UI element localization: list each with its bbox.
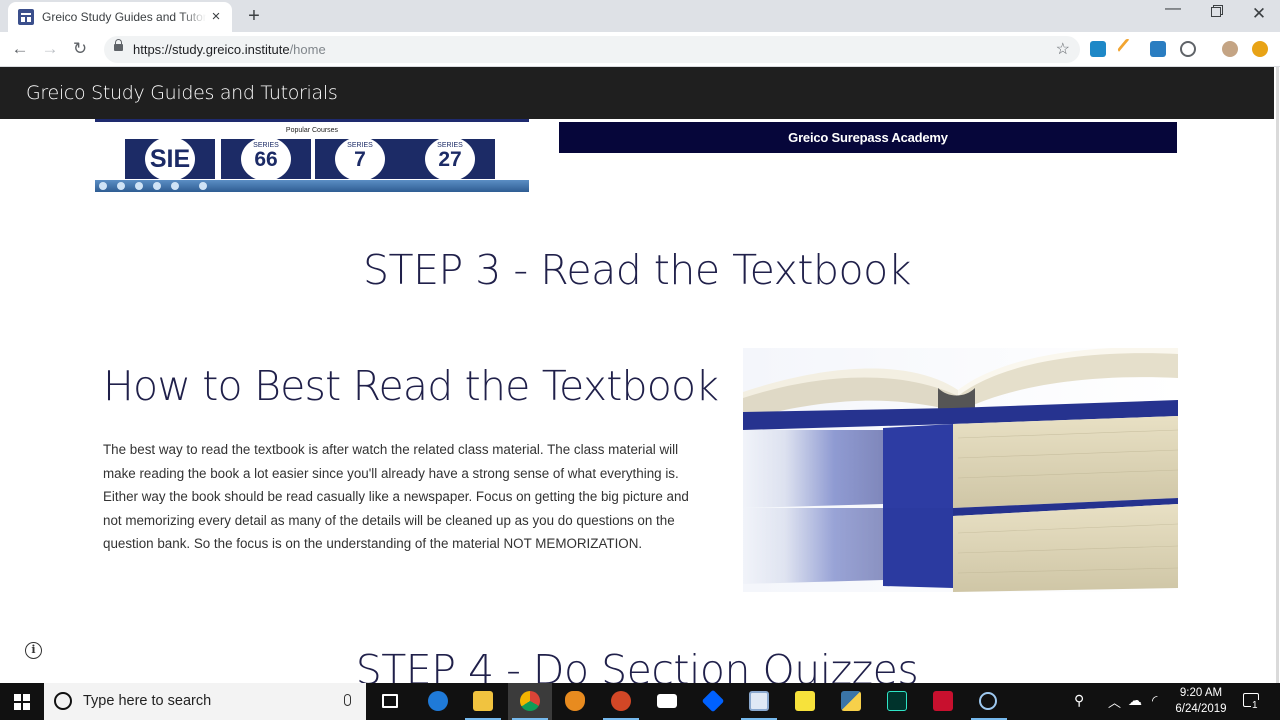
taskbar-app-dropbox[interactable]: [691, 683, 735, 720]
taskbar-app-sticky-notes[interactable]: [783, 683, 827, 720]
microphone-icon[interactable]: [344, 694, 351, 706]
image-top-border: [95, 119, 529, 122]
taskbar-app-mail[interactable]: [645, 683, 689, 720]
extension-camera-icon[interactable]: [1180, 41, 1196, 57]
section-heading: How to Best Read the Textbook: [103, 362, 719, 410]
course-badge: SIE: [145, 137, 195, 181]
update-alert-icon[interactable]: [1252, 41, 1268, 57]
url-text[interactable]: https://study.greico.institute/home: [133, 42, 326, 57]
address-bar[interactable]: https://study.greico.institute/home ☆: [104, 36, 1080, 63]
course-badge: SERIES 27: [425, 137, 475, 181]
reload-button[interactable]: ↻: [69, 38, 91, 60]
window-minimize-button[interactable]: —: [1150, 0, 1196, 18]
snipping-icon: [749, 691, 769, 711]
taskbar-app-file-explorer[interactable]: [461, 683, 505, 720]
tab-close-icon[interactable]: ×: [208, 9, 224, 25]
course-tile-series-7: SERIES 7: [315, 137, 405, 181]
taskbar-app-acrobat[interactable]: [921, 683, 965, 720]
windows-start-button[interactable]: [14, 694, 30, 710]
task-view-icon: [382, 694, 398, 708]
search-placeholder: Type here to search: [83, 693, 212, 709]
restore-icon: [1211, 7, 1221, 17]
url-path: /home: [289, 42, 326, 57]
window-restore-button[interactable]: [1193, 4, 1239, 21]
taskbar-clock[interactable]: 9:20 AM 6/24/2019: [1170, 685, 1232, 717]
section-body: The best way to read the textbook is aft…: [103, 442, 689, 551]
cortana-icon: [979, 692, 997, 710]
browser-tab[interactable]: Greico Study Guides and Tutorials ×: [8, 2, 232, 32]
window-close-button[interactable]: ✕: [1236, 4, 1280, 24]
notification-count-badge: 1: [1251, 700, 1259, 711]
acrobat-icon: [933, 691, 953, 711]
popular-courses-image: Popular Courses SIE SERIES 66 SERIES 7 SER…: [95, 119, 529, 192]
scrollbar-thumb[interactable]: [1276, 67, 1279, 683]
chrome-icon: [520, 691, 540, 711]
textbook-image: [743, 348, 1178, 592]
taskbar-app-powerpoint[interactable]: [599, 683, 643, 720]
course-badge: SERIES 66: [241, 137, 291, 181]
taskbar-app-edge[interactable]: [416, 683, 460, 720]
step3-heading: STEP 3 - Read the Textbook: [363, 246, 911, 294]
site-header: Greico Study Guides and Tutorials: [0, 67, 1274, 119]
back-button[interactable]: ←: [9, 38, 31, 60]
taskbar-app-cortana[interactable]: [967, 683, 1011, 720]
taskbar-app-fl-studio[interactable]: [553, 683, 597, 720]
people-icon[interactable]: ⚲: [1074, 692, 1084, 709]
page-scrollbar[interactable]: [1274, 67, 1280, 683]
onedrive-cloud-icon[interactable]: ☁: [1128, 692, 1142, 709]
sticky-note-icon: [795, 691, 815, 711]
taskbar-app-snipping[interactable]: [737, 683, 781, 720]
site-title[interactable]: Greico Study Guides and Tutorials: [26, 82, 338, 104]
show-hidden-icons-chevron-icon[interactable]: ︿: [1108, 692, 1121, 711]
course-badge-label: 66: [254, 148, 278, 171]
lock-icon: [114, 39, 123, 51]
course-tile-series-66: SERIES 66: [221, 137, 311, 181]
profile-avatar-icon[interactable]: [1222, 41, 1238, 57]
clock-date: 6/24/2019: [1175, 703, 1227, 715]
mail-icon: [657, 694, 677, 708]
audition-icon: [887, 691, 907, 711]
taskbar-app-chrome[interactable]: [508, 683, 552, 720]
taskbar-search-box[interactable]: Type here to search: [44, 683, 366, 720]
extension-pickaxe-icon[interactable]: [1116, 37, 1140, 61]
course-badge-label: 7: [354, 148, 366, 171]
bookmark-star-icon[interactable]: ☆: [1056, 39, 1070, 59]
powerpoint-icon: [611, 691, 631, 711]
course-tile-series-27: SERIES 27: [405, 137, 495, 181]
info-icon[interactable]: i: [25, 642, 42, 659]
clock-time: 9:20 AM: [1179, 687, 1223, 699]
edge-icon: [428, 691, 448, 711]
tab-title: Greico Study Guides and Tutorials: [42, 10, 206, 24]
course-tile-sie: SIE: [125, 137, 215, 181]
task-view-button[interactable]: [368, 683, 412, 720]
dropbox-icon: [701, 689, 725, 713]
course-badge-label: 27: [438, 148, 462, 171]
course-badge: SERIES 7: [335, 137, 385, 181]
academy-button[interactable]: Greico Surepass Academy: [559, 122, 1177, 153]
wifi-icon[interactable]: ◜: [1152, 692, 1157, 709]
taskbar-app-python[interactable]: [829, 683, 873, 720]
forward-button[interactable]: →: [39, 38, 61, 60]
new-tab-button[interactable]: +: [244, 5, 264, 28]
folder-icon: [473, 691, 493, 711]
course-badge-label: SIE: [149, 145, 191, 173]
browser-toolbar: ← → ↻ https://study.greico.institute/hom…: [0, 32, 1280, 67]
browser-tabstrip: Greico Study Guides and Tutorials × + — …: [0, 0, 1280, 32]
popular-courses-label: Popular Courses: [285, 127, 339, 134]
url-host: https://study.greico.institute: [133, 42, 290, 57]
taskbar-app-audition[interactable]: [875, 683, 919, 720]
embedded-taskbar-graphic: [95, 180, 529, 192]
site-favicon-icon: [18, 9, 34, 25]
python-icon: [841, 691, 861, 711]
extension-checkbox-icon[interactable]: [1090, 41, 1106, 57]
fruit-icon: [565, 691, 585, 711]
windows-taskbar: Type here to search ⚲ ︿ ☁ ◜ 9:20 AM 6/24…: [0, 683, 1280, 720]
cortana-circle-icon: [54, 692, 72, 710]
extension-document-icon[interactable]: [1150, 41, 1166, 57]
